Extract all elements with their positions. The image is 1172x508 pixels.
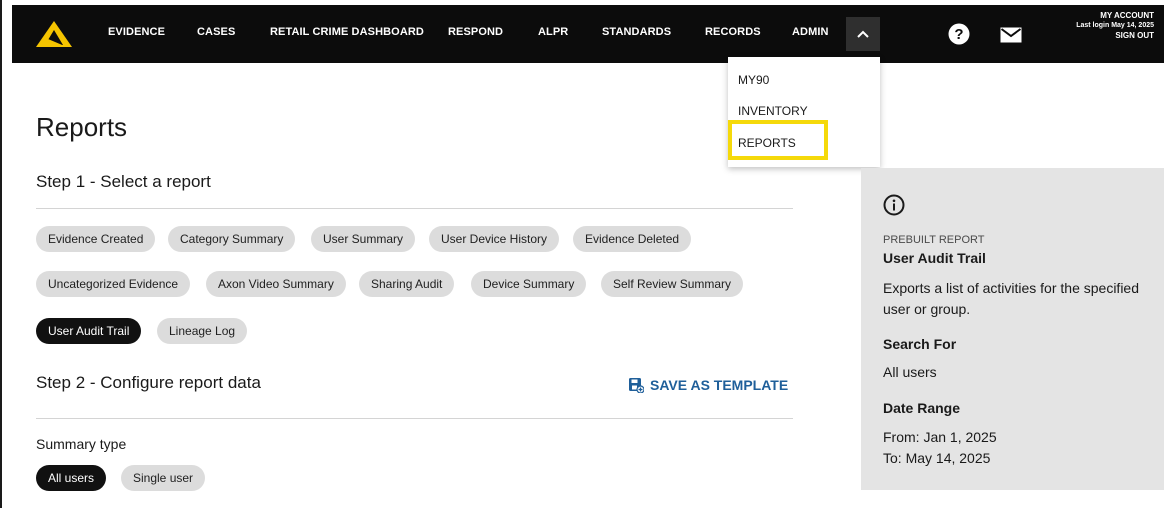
svg-text:?: ? bbox=[954, 26, 963, 43]
chevron-up-icon bbox=[857, 30, 869, 38]
dropdown-item-my90[interactable]: MY90 bbox=[738, 73, 769, 87]
info-icon bbox=[883, 194, 905, 216]
report-chip-uncategorized-evidence[interactable]: Uncategorized Evidence bbox=[36, 271, 191, 297]
page-title: Reports bbox=[36, 112, 128, 142]
admin-more-dropdown: MY90 INVENTORY REPORTS bbox=[728, 57, 880, 167]
report-chip-evidence-created[interactable]: Evidence Created bbox=[36, 226, 156, 252]
account-menu[interactable]: MY ACCOUNT Last login May 14, 2025 SIGN … bbox=[1076, 11, 1154, 41]
top-nav-bar: EVIDENCE CASES RETAIL CRIME DASHBOARD RE… bbox=[12, 5, 1164, 63]
summary-type-label: Summary type bbox=[36, 436, 127, 452]
date-range-to: To: May 14, 2025 bbox=[883, 450, 991, 466]
nav-records[interactable]: RECORDS bbox=[705, 26, 761, 42]
nav-alpr[interactable]: ALPR bbox=[538, 26, 568, 42]
app-frame: EVIDENCE CASES RETAIL CRIME DASHBOARD RE… bbox=[0, 0, 1172, 508]
my-account-link[interactable]: MY ACCOUNT bbox=[1076, 11, 1154, 21]
step2-divider bbox=[36, 418, 793, 419]
report-chip-device-summary[interactable]: Device Summary bbox=[471, 271, 587, 297]
panel-report-name: User Audit Trail bbox=[883, 250, 986, 266]
report-chip-sharing-audit[interactable]: Sharing Audit bbox=[359, 271, 455, 297]
dropdown-item-inventory[interactable]: INVENTORY bbox=[738, 104, 808, 118]
prebuilt-report-label: PREBUILT REPORT bbox=[883, 234, 985, 246]
save-template-icon bbox=[629, 378, 644, 393]
save-as-template-button[interactable]: SAVE AS TEMPLATE bbox=[628, 376, 788, 394]
step2-heading: Step 2 - Configure report data bbox=[36, 373, 261, 392]
report-chip-user-device-history[interactable]: User Device History bbox=[429, 226, 560, 252]
step1-heading: Step 1 - Select a report bbox=[36, 172, 211, 191]
report-info-panel: PREBUILT REPORT User Audit Trail Exports… bbox=[861, 168, 1164, 490]
nav-admin[interactable]: ADMIN bbox=[792, 26, 829, 42]
nav-standards[interactable]: STANDARDS bbox=[602, 26, 671, 42]
report-chip-lineage-log[interactable]: Lineage Log bbox=[157, 318, 248, 344]
save-as-template-label: SAVE AS TEMPLATE bbox=[650, 377, 789, 393]
summary-chip-all-users[interactable]: All users bbox=[36, 465, 107, 491]
report-chip-user-audit-trail[interactable]: User Audit Trail bbox=[36, 318, 142, 344]
date-range-label: Date Range bbox=[883, 400, 961, 416]
report-chip-axon-video-summary[interactable]: Axon Video Summary bbox=[206, 271, 346, 297]
nav-cases[interactable]: CASES bbox=[197, 26, 235, 42]
search-for-value: All users bbox=[883, 364, 937, 380]
date-range-from: From: Jan 1, 2025 bbox=[883, 429, 997, 445]
summary-chip-single-user[interactable]: Single user bbox=[121, 465, 206, 491]
nav-retail-crime-dashboard[interactable]: RETAIL CRIME DASHBOARD bbox=[270, 26, 424, 42]
panel-report-description: Exports a list of activities for the spe… bbox=[883, 280, 1139, 317]
search-for-label: Search For bbox=[883, 336, 957, 352]
step1-divider bbox=[36, 208, 793, 209]
nav-evidence[interactable]: EVIDENCE bbox=[108, 26, 165, 42]
axon-logo-icon[interactable] bbox=[34, 19, 74, 49]
more-menu-toggle[interactable] bbox=[846, 17, 880, 51]
help-icon[interactable]: ? bbox=[948, 23, 970, 45]
dropdown-item-reports[interactable]: REPORTS bbox=[738, 136, 796, 150]
report-chip-evidence-deleted[interactable]: Evidence Deleted bbox=[573, 226, 692, 252]
report-chip-user-summary[interactable]: User Summary bbox=[311, 226, 416, 252]
nav-respond[interactable]: RESPOND bbox=[448, 26, 503, 42]
report-chip-self-review-summary[interactable]: Self Review Summary bbox=[601, 271, 744, 297]
report-chip-category-summary[interactable]: Category Summary bbox=[168, 226, 296, 252]
sign-out-link[interactable]: SIGN OUT bbox=[1076, 31, 1154, 41]
last-login-text: Last login May 14, 2025 bbox=[1076, 22, 1154, 29]
mail-icon[interactable] bbox=[1000, 27, 1022, 43]
